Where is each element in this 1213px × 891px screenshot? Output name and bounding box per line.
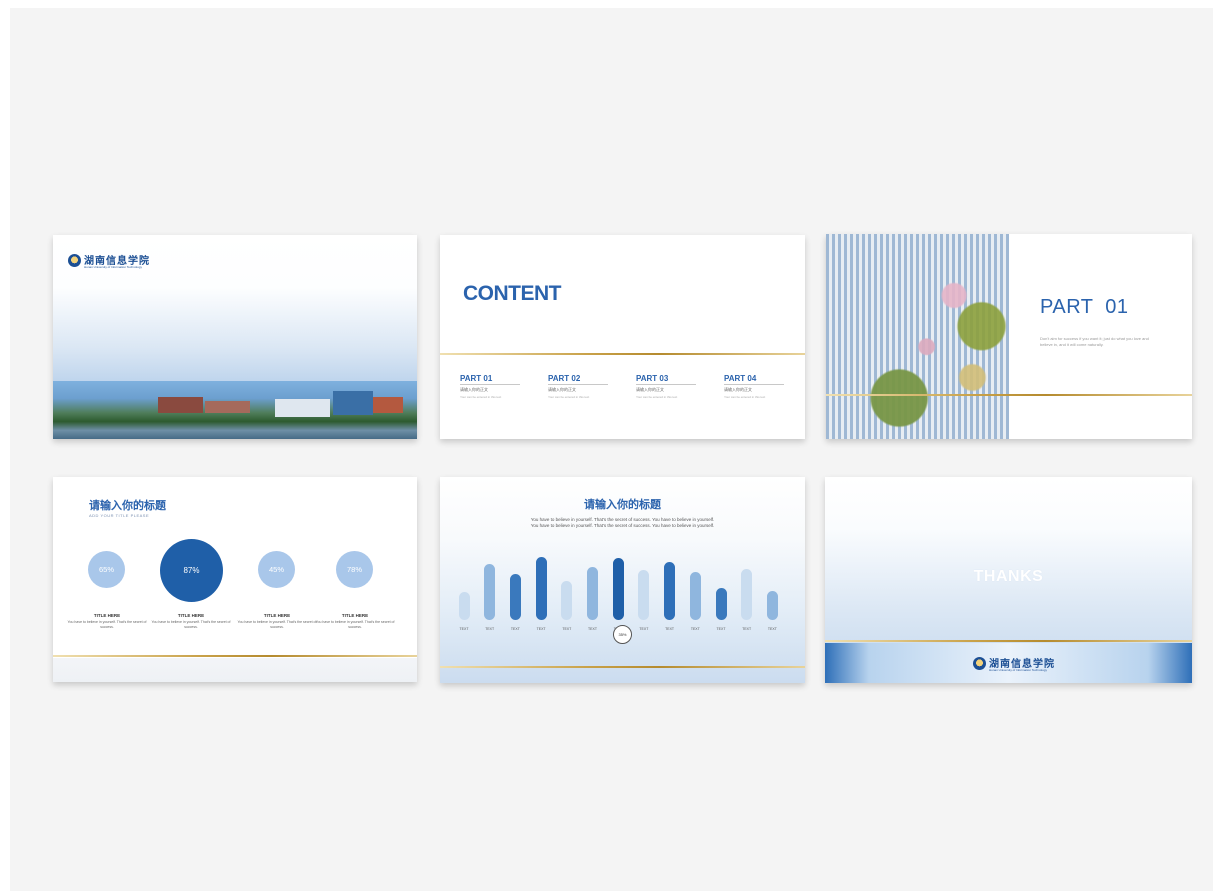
chart-bar: [587, 567, 598, 620]
slide-part-thumbnail[interactable]: PART 01 Don't aim for success if you wan…: [826, 234, 1192, 439]
logo-english-name: Hunan University of Information Technolo…: [989, 668, 1047, 672]
gold-divider: [440, 353, 805, 355]
part-subtitle: 请输入你的正文: [460, 387, 488, 392]
slide-bar-chart-thumbnail[interactable]: 请输入你的标题 You have to believe in yourself.…: [440, 477, 805, 683]
bar-label: TEXT: [485, 627, 495, 631]
part-description: Your can be entered in this text: [724, 395, 766, 399]
part-description: Don't aim for success if you want it; ju…: [1040, 336, 1149, 347]
chart-bar: [638, 570, 650, 620]
slide-footer-band: [53, 658, 417, 682]
content-title: CONTENT: [463, 282, 562, 305]
caption-title: TITLE HERE: [93, 613, 121, 618]
percent-circle: 87%: [160, 539, 223, 602]
slide-description: You have to believe in yourself. That's …: [530, 517, 715, 528]
part-title: PART 03: [636, 374, 696, 385]
bar-label: TEXT: [536, 627, 546, 631]
campus-building: [275, 399, 330, 417]
percent-circle: 78%: [336, 551, 373, 588]
bar-label: TEXT: [767, 627, 777, 631]
bar-label: TEXT: [510, 627, 520, 631]
slide-title: 请输入你的标题: [584, 499, 661, 511]
gold-divider: [826, 394, 1192, 396]
chart-bar: [741, 569, 753, 620]
bar-label: TEXT: [562, 627, 572, 631]
chart-bar: [509, 574, 521, 620]
gallery-canvas: [10, 8, 1213, 891]
slide-subtitle: ADD YOUR TITLE PLEASE: [89, 513, 150, 518]
logo-english-name: Hunan University of Information Technolo…: [84, 265, 142, 269]
caption-title: TITLE HERE: [263, 613, 291, 618]
slide-title: 请输入你的标题: [89, 500, 166, 512]
university-emblem-icon: [68, 254, 81, 267]
caption-title: TITLE HERE: [177, 613, 205, 618]
part-description: Your can be entered in this text: [636, 395, 678, 399]
caption-text: You have to believe in yourself. That's …: [151, 620, 231, 629]
part-title: PART 02: [548, 374, 608, 385]
part-title: PART 04: [724, 374, 784, 385]
gold-divider: [440, 666, 805, 668]
chart-bar: [766, 591, 778, 620]
university-emblem-icon: [973, 657, 986, 670]
slide-content-thumbnail[interactable]: CONTENT PART 01 请输入你的正文 Your can be ente…: [440, 235, 805, 439]
chart-bar: [664, 562, 676, 620]
chart-bar: [484, 564, 496, 620]
campus-photo: [53, 381, 417, 439]
bar-label: TEXT: [665, 627, 675, 631]
slide-cover-thumbnail[interactable]: 湖南信息学院 Hunan University of Information T…: [53, 235, 417, 439]
chart-bar: [458, 592, 470, 620]
part-description: Your can be entered in this text: [548, 395, 590, 399]
percent-circle: 45%: [258, 551, 295, 588]
bar-label: TEXT: [742, 627, 752, 631]
campus-building: [333, 391, 373, 415]
slide-thanks-thumbnail[interactable]: THANKS 湖南信息学院 Hunan University of Inform…: [825, 477, 1192, 683]
percent-circle: 65%: [88, 551, 125, 588]
circle-caption: TITLE HERE You have to believe in yourse…: [315, 613, 395, 630]
gold-divider: [825, 640, 1192, 642]
chart-bar: [715, 588, 727, 620]
caption-text: You have to believe in yourself. That's …: [67, 620, 147, 629]
flower-photo: [826, 234, 1009, 439]
circle-caption: TITLE HERE You have to believe in yourse…: [67, 613, 147, 630]
part-subtitle: 请输入你的正文: [548, 387, 576, 392]
part-item: PART 03 请输入你的正文 Your can be entered in t…: [636, 374, 696, 399]
part-description: Your can be entered in this text: [460, 395, 502, 399]
campus-building: [158, 397, 203, 413]
highlight-percent-badge: 35%: [613, 625, 632, 644]
part-heading: PART 01: [1040, 296, 1129, 318]
bar-label: TEXT: [690, 627, 700, 631]
bar-label: TEXT: [588, 627, 597, 631]
chart-bar: [535, 557, 547, 620]
bar-label: TEXT: [716, 627, 726, 631]
caption-text: You have to believe in yourself. That's …: [237, 620, 317, 629]
gold-divider: [53, 655, 417, 657]
caption-title: TITLE HERE: [341, 613, 369, 618]
thanks-heading: THANKS: [973, 568, 1044, 585]
circle-caption: TITLE HERE You have to believe in yourse…: [237, 613, 317, 630]
bar-label: TEXT: [639, 627, 649, 631]
chart-bar: [612, 558, 624, 620]
part-item: PART 04 请输入你的正文 Your can be entered in t…: [724, 374, 784, 399]
part-item: PART 01 请输入你的正文 Your can be entered in t…: [460, 374, 520, 399]
circle-caption: TITLE HERE You have to believe in yourse…: [151, 613, 231, 630]
part-subtitle: 请输入你的正文: [636, 387, 664, 392]
campus-building: [205, 401, 250, 413]
chart-bar: [689, 572, 701, 620]
part-title: PART 01: [460, 374, 520, 385]
part-item: PART 02 请输入你的正文 Your can be entered in t…: [548, 374, 608, 399]
caption-text: You have to believe in yourself. That's …: [315, 620, 395, 629]
part-subtitle: 请输入你的正文: [724, 387, 752, 392]
chart-bar: [561, 581, 573, 620]
bar-label: TEXT: [459, 627, 469, 631]
slide-percent-circles-thumbnail[interactable]: 请输入你的标题 ADD YOUR TITLE PLEASE 65% 87% 45…: [53, 477, 417, 682]
campus-building: [373, 397, 403, 413]
